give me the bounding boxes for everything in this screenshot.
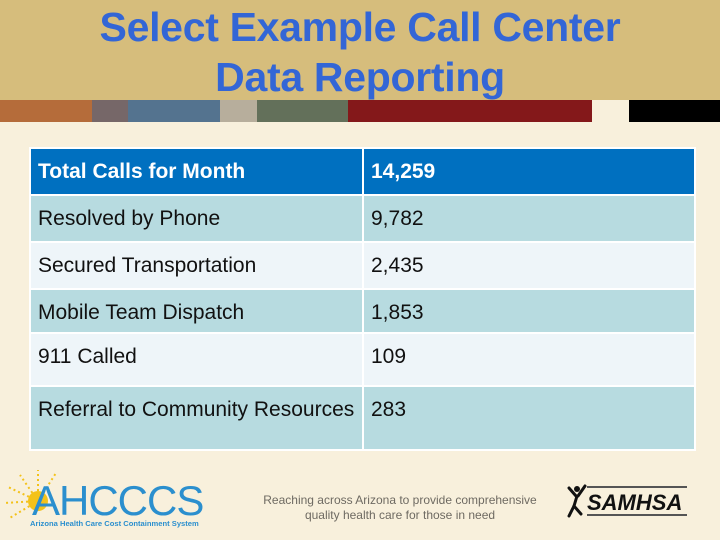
table-row: Mobile Team Dispatch 1,853 — [31, 290, 694, 332]
footer-tagline: Reaching across Arizona to provide compr… — [250, 493, 550, 523]
row-value: 2,435 — [364, 243, 694, 288]
row-value: 283 — [364, 387, 694, 449]
row-label: 911 Called — [31, 334, 362, 385]
tagline-line-2: quality health care for those in need — [304, 508, 496, 522]
table-header-row: Total Calls for Month 14,259 — [31, 149, 694, 194]
row-label: Secured Transportation — [31, 243, 362, 288]
color-segment — [0, 100, 92, 122]
color-segment — [348, 100, 592, 122]
color-segment — [220, 100, 257, 122]
table-row: Secured Transportation 2,435 — [31, 243, 694, 288]
color-segment — [257, 100, 348, 122]
color-segment — [629, 100, 720, 122]
table-row: Referral to Community Resources 283 — [31, 387, 694, 449]
title-line-2: Data Reporting — [215, 54, 505, 100]
decorative-color-bar — [0, 100, 720, 122]
ahcccs-logo: AHCCCS Arizona Health Care Cost Containm… — [3, 470, 204, 528]
title-banner: Select Example Call Center Data Reportin… — [0, 0, 720, 100]
table-row: Resolved by Phone 9,782 — [31, 196, 694, 241]
color-segment — [592, 100, 629, 122]
samhsa-wordmark: SAMHSA — [587, 490, 682, 515]
row-label: Referral to Community Resources — [31, 387, 362, 449]
call-data-table: Total Calls for Month 14,259 Resolved by… — [29, 147, 696, 451]
slide-title: Select Example Call Center Data Reportin… — [0, 2, 720, 102]
row-value: 1,853 — [364, 290, 694, 332]
title-line-1: Select Example Call Center — [99, 4, 621, 50]
row-label: Resolved by Phone — [31, 196, 362, 241]
color-segment — [92, 100, 128, 122]
row-value: 14,259 — [364, 149, 694, 194]
row-value: 9,782 — [364, 196, 694, 241]
tagline-line-1: Reaching across Arizona to provide compr… — [263, 493, 537, 507]
ahcccs-subtitle: Arizona Health Care Cost Containment Sys… — [30, 519, 199, 528]
table-row: 911 Called 109 — [31, 334, 694, 385]
row-label: Mobile Team Dispatch — [31, 290, 362, 332]
row-label: Total Calls for Month — [31, 149, 362, 194]
samhsa-logo: SAMHSA — [567, 484, 687, 518]
person-figure-icon — [567, 484, 587, 518]
color-segment — [128, 100, 220, 122]
row-value: 109 — [364, 334, 694, 385]
ahcccs-wordmark: AHCCCS — [32, 477, 203, 524]
